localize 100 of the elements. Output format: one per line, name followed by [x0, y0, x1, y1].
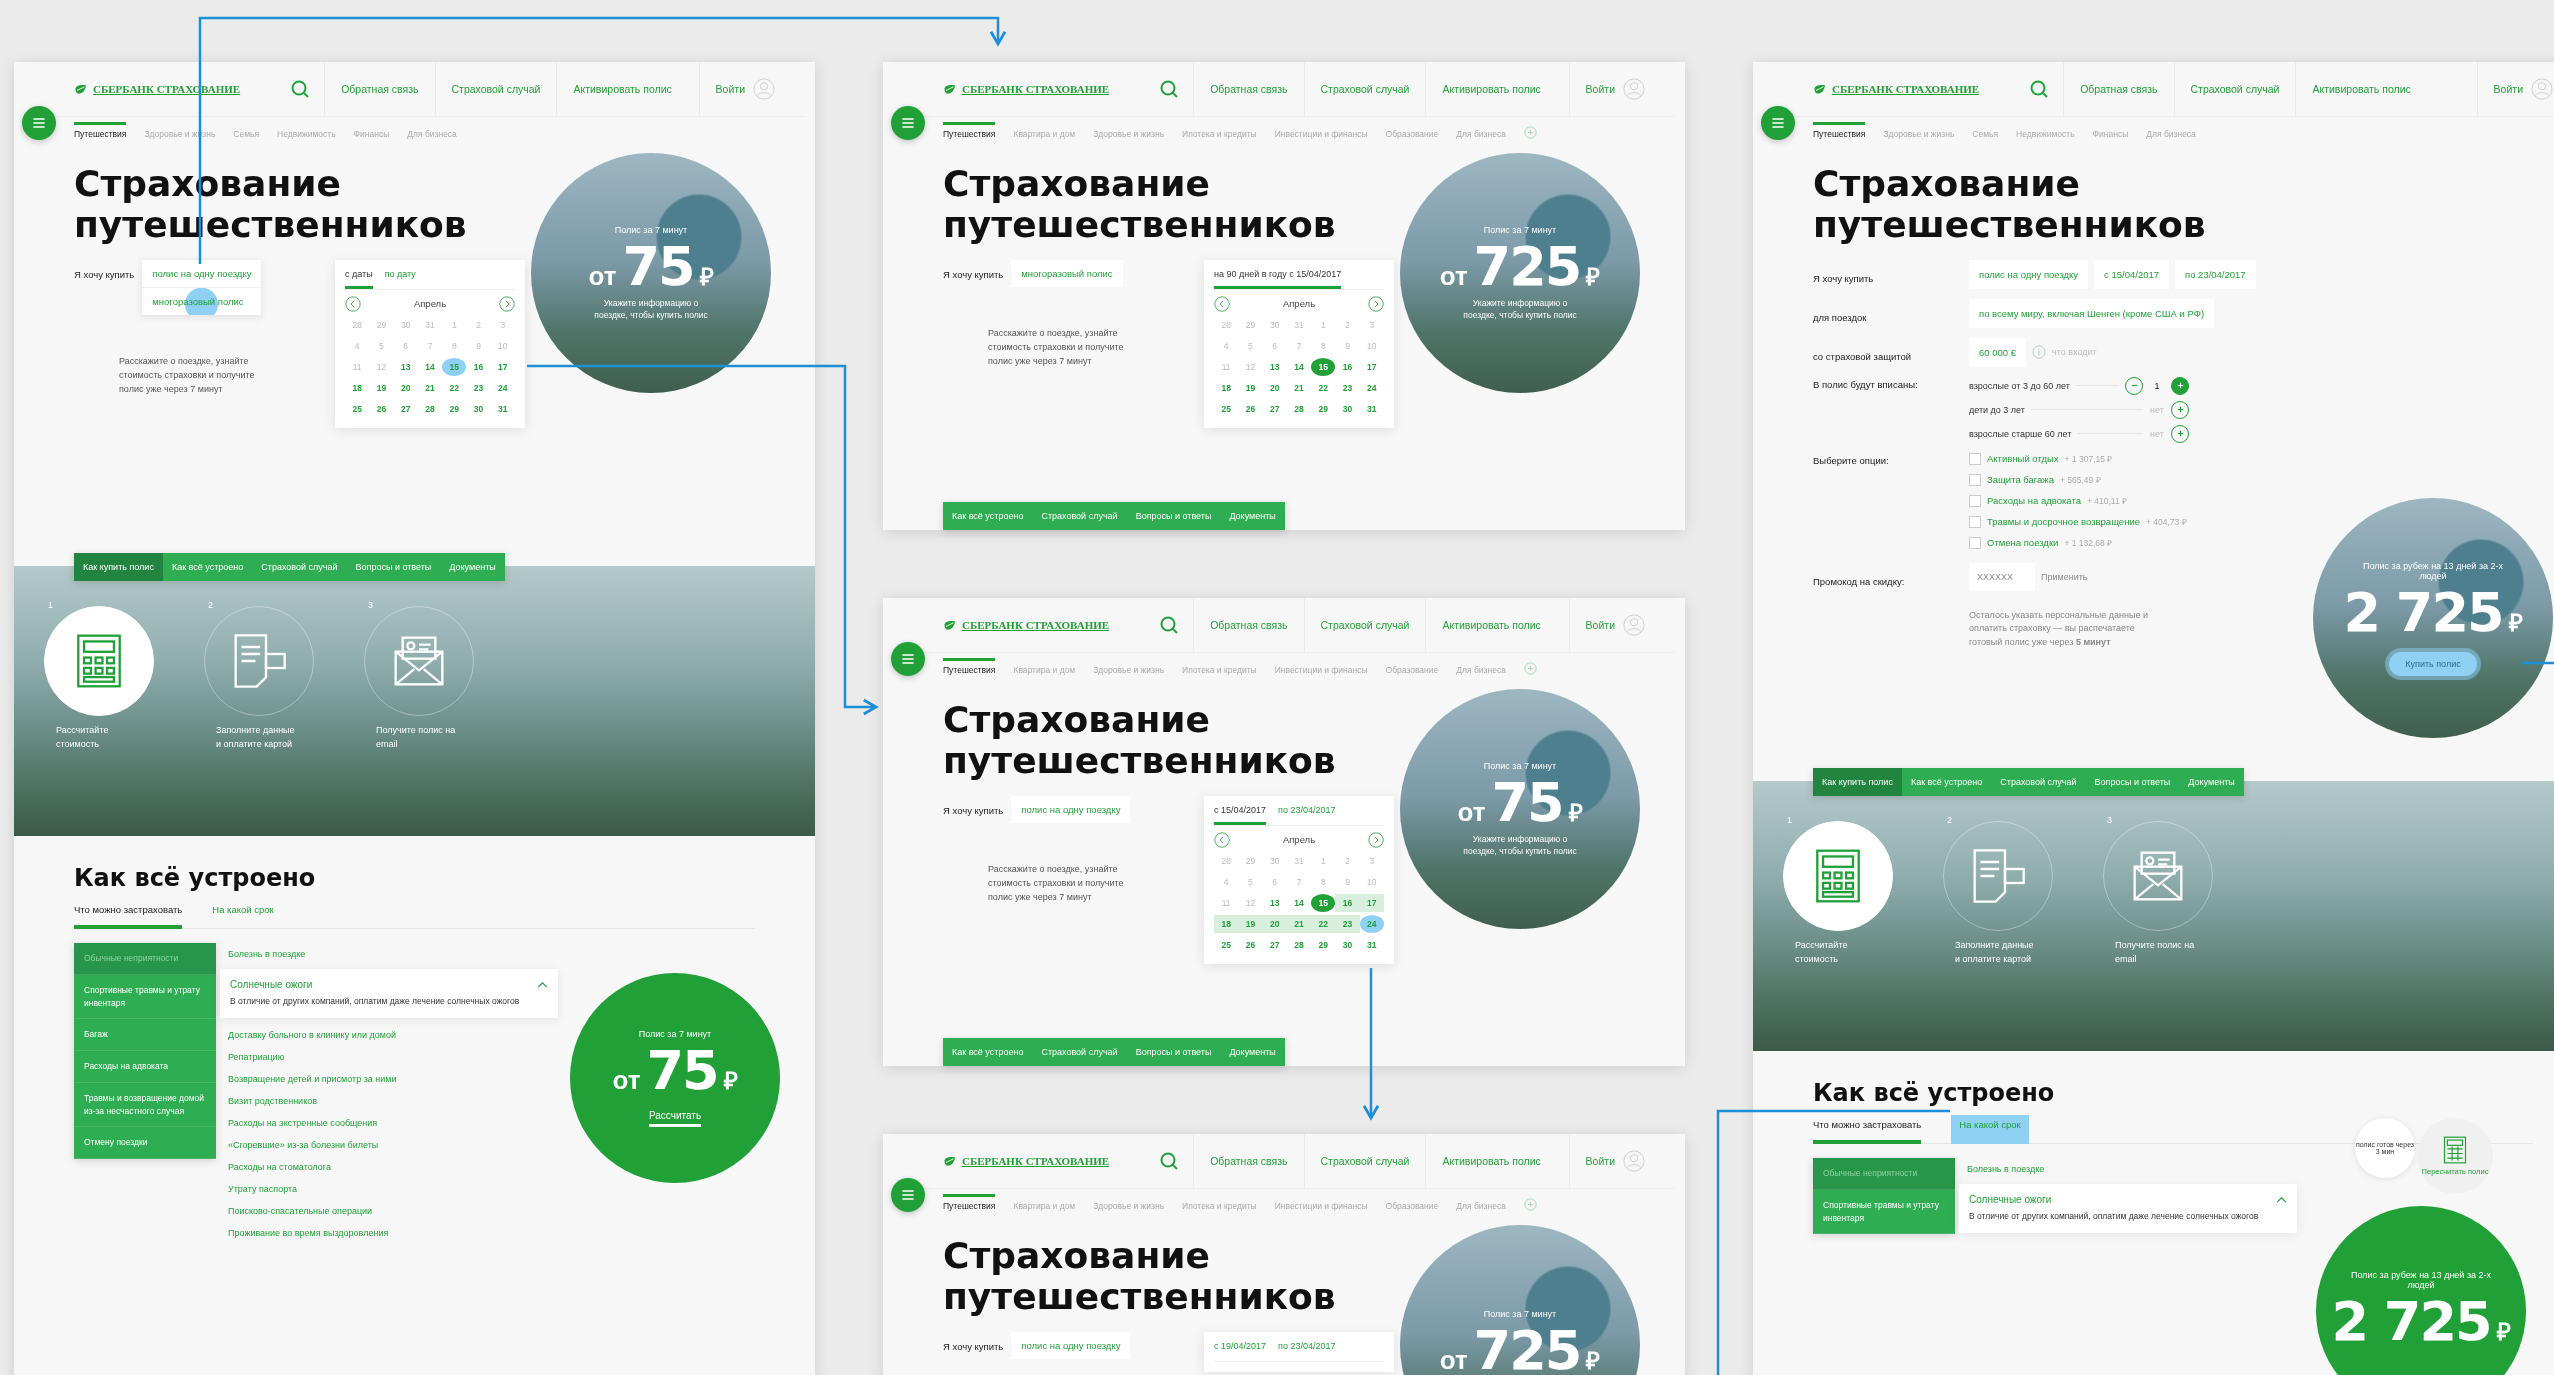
calendar-day[interactable]: 19: [369, 378, 394, 397]
category-tab[interactable]: Здоровье и жизнь: [1093, 125, 1165, 139]
calendar-day[interactable]: 29: [442, 399, 467, 418]
calendar-day[interactable]: 7: [1286, 336, 1312, 355]
nav-link[interactable]: Страховой случай: [434, 62, 557, 116]
category-tab[interactable]: Для бизнеса: [407, 125, 457, 139]
calendar-day[interactable]: 25: [1214, 399, 1239, 418]
option-label[interactable]: Активный отдых: [1987, 453, 2059, 465]
calendar-day[interactable]: 31: [1286, 851, 1312, 870]
calendar-day[interactable]: 27: [1262, 935, 1287, 954]
calendar-day[interactable]: 23: [1335, 914, 1360, 933]
calendar-day[interactable]: 30: [1335, 935, 1360, 954]
section-tab[interactable]: Как всё устроено: [162, 553, 253, 581]
calendar-day[interactable]: 2: [466, 315, 491, 334]
calendar-day[interactable]: 10: [1359, 872, 1384, 891]
section-tab[interactable]: Как купить полис: [1813, 768, 1902, 796]
category-tab[interactable]: Инвестиции и финансы: [1274, 1197, 1368, 1211]
menu-button[interactable]: [1761, 106, 1795, 140]
calendar-day[interactable]: 29: [1238, 315, 1263, 334]
option-label[interactable]: Защита багажа: [1987, 474, 2054, 486]
input-field[interactable]: по 23/04/2017: [2175, 259, 2256, 289]
calendar-day[interactable]: 22: [1311, 378, 1336, 397]
input-field[interactable]: 60 000 €: [1969, 337, 2026, 367]
promo-code-field[interactable]: XXXXXX: [1969, 562, 2035, 591]
calendar-day[interactable]: 1: [1311, 315, 1336, 334]
calendar-day[interactable]: 1: [442, 315, 467, 334]
accordion-item[interactable]: Визит родственников: [228, 1089, 558, 1112]
calendar-day[interactable]: 2: [1335, 315, 1360, 334]
policy-type-select[interactable]: многоразовый полис: [1011, 259, 1123, 287]
policy-type-select[interactable]: полис на одну поездку многоразовый полис: [142, 259, 262, 315]
nav-link[interactable]: Страховой случай: [1303, 598, 1426, 652]
search-icon[interactable]: [290, 79, 311, 99]
category-tab[interactable]: Здоровье и жизнь: [1093, 661, 1165, 675]
calendar-day[interactable]: 23: [466, 378, 491, 397]
category-tab[interactable]: Образование: [1385, 1197, 1439, 1211]
calendar-day[interactable]: 21: [1286, 914, 1312, 933]
category-tab[interactable]: Инвестиции и финансы: [1274, 661, 1368, 675]
calendar-day[interactable]: 28: [345, 315, 370, 334]
calendar-day[interactable]: 29: [1311, 399, 1336, 418]
calendar-day[interactable]: 25: [1214, 935, 1239, 954]
calendar-day[interactable]: 26: [369, 399, 394, 418]
category-tab[interactable]: Для бизнеса: [1456, 125, 1506, 139]
category-tab[interactable]: Путешествия: [1813, 122, 1866, 139]
accordion-item[interactable]: Доставку больного в клинику или домой: [228, 1023, 558, 1046]
input-field[interactable]: с 15/04/2017: [2094, 259, 2170, 289]
calendar-day[interactable]: 20: [1262, 378, 1287, 397]
input-field[interactable]: по всему миру, включая Шенген (кроме США и РФ): [1969, 298, 2215, 328]
calendar-day[interactable]: 31: [1359, 399, 1384, 418]
category-tab[interactable]: Ипотека и кредиты: [1182, 661, 1257, 675]
nav-link[interactable]: Обратная связь: [1193, 1134, 1304, 1188]
topic-item[interactable]: Расходы на адвоката: [74, 1051, 216, 1083]
nav-link[interactable]: Активировать полис: [1425, 598, 1557, 652]
calendar-day[interactable]: 30: [1262, 851, 1287, 870]
calendar-day[interactable]: 28: [1214, 315, 1239, 334]
calendar-day[interactable]: 16: [466, 357, 491, 376]
calendar-day[interactable]: 28: [1214, 851, 1239, 870]
calendar-day[interactable]: 26: [1238, 935, 1263, 954]
calendar-day[interactable]: 15: [442, 357, 467, 376]
calendar-day[interactable]: 6: [393, 336, 418, 355]
category-tab[interactable]: Квартира и дом: [1013, 1197, 1076, 1211]
login-link[interactable]: Войти: [698, 62, 753, 116]
category-tab[interactable]: Финансы: [2092, 125, 2129, 139]
logo-text[interactable]: СБЕРБАНК СТРАХОВАНИЕ: [962, 619, 1110, 631]
calendar-day[interactable]: 24: [1359, 914, 1384, 933]
calendar-day[interactable]: 13: [393, 357, 418, 376]
calendar-day[interactable]: 23: [1335, 378, 1360, 397]
option-label[interactable]: Травмы и досрочное возвращение: [1987, 516, 2140, 528]
category-tab[interactable]: Путешествия: [943, 1194, 996, 1211]
date-tab[interactable]: на 90 дней в году с 15/04/2017: [1214, 259, 1342, 289]
section-tab[interactable]: Как купить полис: [74, 553, 163, 581]
next-icon[interactable]: [1368, 831, 1384, 848]
calendar-day[interactable]: 18: [1214, 378, 1239, 397]
previous-icon[interactable]: [1214, 831, 1230, 848]
plus-button[interactable]: [2171, 376, 2189, 395]
category-tab[interactable]: Путешествия: [74, 122, 127, 139]
calendar-day[interactable]: 10: [1359, 336, 1384, 355]
calendar-day[interactable]: 12: [369, 357, 394, 376]
section-tab[interactable]: Как всё устроено: [1901, 768, 1992, 796]
calendar-day[interactable]: 21: [417, 378, 443, 397]
calendar-day[interactable]: 2: [1335, 851, 1360, 870]
chevron-up-icon[interactable]: [537, 981, 548, 988]
option-label[interactable]: Расходы на адвоката: [1987, 495, 2081, 507]
search-icon[interactable]: [1159, 615, 1180, 635]
nav-link[interactable]: Страховой случай: [2173, 62, 2296, 116]
calculate-link[interactable]: Рассчитать: [648, 1110, 702, 1127]
calendar-day[interactable]: 29: [369, 315, 394, 334]
accordion-item[interactable]: Расходы на экстренные сообщения: [228, 1111, 558, 1134]
input-field[interactable]: полис на одну поездку: [1969, 259, 2089, 289]
date-tab[interactable]: с 19/04/2017: [1214, 1331, 1267, 1361]
topic-item[interactable]: Отмену поездки: [74, 1127, 216, 1159]
login-link[interactable]: Войти: [1568, 62, 1623, 116]
calendar-day[interactable]: 28: [1286, 399, 1312, 418]
accordion-title[interactable]: Солнечные ожоги: [1969, 1194, 2052, 1205]
calendar-day[interactable]: 11: [1214, 357, 1239, 376]
login-link[interactable]: Войти: [1568, 598, 1623, 652]
nav-link[interactable]: Обратная связь: [2063, 62, 2174, 116]
checkbox[interactable]: [1969, 515, 1981, 528]
dropdown-option[interactable]: многоразовый полис: [142, 286, 262, 315]
menu-button[interactable]: [22, 106, 56, 140]
accordion-item[interactable]: Болезнь в поездке: [228, 943, 558, 965]
